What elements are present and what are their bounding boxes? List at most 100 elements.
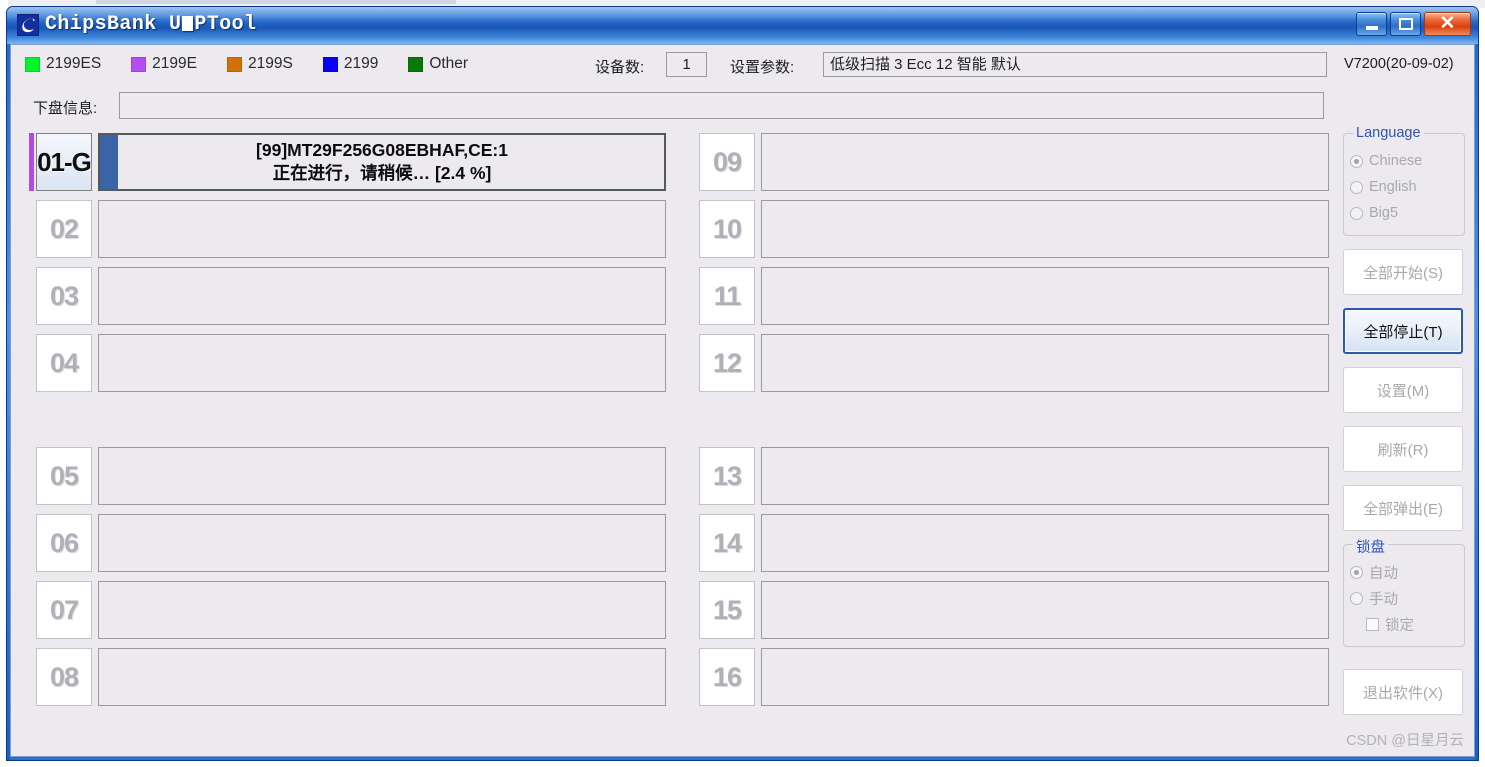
disk-info-field[interactable]	[119, 92, 1324, 119]
slot-status-field	[98, 200, 666, 258]
slot-status-field	[761, 200, 1329, 258]
slot-button-12: 12	[699, 334, 755, 392]
slot-button-02: 02	[36, 200, 92, 258]
language-groupbox: Language Chinese English Big5	[1343, 125, 1465, 236]
slot-status-stripe	[692, 133, 697, 191]
window-title-suffix: PTool	[194, 13, 257, 36]
slot-button-05: 05	[36, 447, 92, 505]
maximize-icon	[1399, 18, 1413, 30]
language-option-label: English	[1369, 179, 1417, 195]
slot-button-04: 04	[36, 334, 92, 392]
radio-button-icon[interactable]	[1350, 206, 1363, 220]
stop-all-button-label: 全部停止(T)	[1363, 323, 1443, 341]
close-button[interactable]: ✕	[1424, 12, 1471, 36]
stop-all-button[interactable]: 全部停止(T)	[1343, 308, 1463, 354]
legend-label: 2199	[343, 55, 379, 72]
slot-status-stripe	[29, 334, 34, 392]
refresh-button[interactable]: 刷新(R)	[1343, 426, 1463, 472]
device-slot: 03	[29, 267, 666, 325]
slot-button-08: 08	[36, 648, 92, 706]
slot-status-stripe	[29, 133, 34, 191]
device-slot: 05	[29, 447, 666, 505]
title-bar[interactable]: ChipsBank U PTool ✕	[7, 7, 1478, 44]
lock-option-label: 自动	[1369, 565, 1398, 582]
slot-status-stripe	[692, 648, 697, 706]
chip-type-legend: 2199ES 2199E 2199S 2199 Other	[25, 55, 498, 73]
device-slot: 01-G [99]MT29F256G08EBHAF,CE:1 正在进行，请稍候… […	[29, 133, 666, 191]
slot-status-field	[98, 514, 666, 572]
start-all-button-label: 全部开始(S)	[1363, 264, 1443, 282]
slot-button-11: 11	[699, 267, 755, 325]
slot-button-07: 07	[36, 581, 92, 639]
device-slot: 11	[692, 267, 1329, 325]
settings-button[interactable]: 设置(M)	[1343, 367, 1463, 413]
slot-status-field	[761, 133, 1329, 191]
slot-status-field	[98, 447, 666, 505]
radio-button-icon[interactable]	[1350, 180, 1363, 194]
exit-software-label: 退出软件(X)	[1363, 684, 1443, 702]
exit-software-button[interactable]: 退出软件(X)	[1343, 669, 1463, 715]
slot-status-stripe	[29, 267, 34, 325]
legend-color-swatch	[227, 56, 242, 72]
device-slot: 08	[29, 648, 666, 706]
refresh-button-label: 刷新(R)	[1377, 441, 1429, 459]
legend-item: Other	[408, 55, 468, 73]
window-bottom-edge	[10, 757, 1475, 760]
slot-status-stripe	[692, 581, 697, 639]
settings-button-label: 设置(M)	[1376, 382, 1430, 400]
legend-item: 2199	[322, 55, 379, 73]
lock-groupbox: 锁盘 自动 手动 锁定	[1343, 536, 1465, 647]
radio-button-icon[interactable]	[1350, 154, 1363, 168]
start-all-button[interactable]: 全部开始(S)	[1343, 249, 1463, 295]
client-area: 2199ES 2199E 2199S 2199 Other 设备数: 1 设置参数: 低…	[10, 44, 1475, 757]
language-option-row[interactable]: Big5	[1350, 200, 1458, 226]
missing-glyph-box-icon	[182, 16, 194, 31]
slot-status-field	[98, 267, 666, 325]
device-count-value: 1	[666, 52, 707, 77]
close-icon: ✕	[1439, 13, 1456, 34]
device-slot: 15	[692, 581, 1329, 639]
device-slot: 10	[692, 200, 1329, 258]
legend-label: 2199ES	[46, 55, 102, 72]
device-slot: 07	[29, 581, 666, 639]
maximize-button[interactable]	[1390, 12, 1421, 36]
minimize-button[interactable]	[1356, 12, 1387, 36]
slot-progress-line: 正在进行，请稍候… [2.4 %]	[272, 163, 492, 183]
slot-status-field	[98, 334, 666, 392]
device-slot: 14	[692, 514, 1329, 572]
slot-status-field	[761, 334, 1329, 392]
radio-button-icon[interactable]	[1350, 565, 1363, 579]
lock-checkbox-label: 锁定	[1385, 617, 1414, 634]
device-slot: 04	[29, 334, 666, 392]
device-slot: 02	[29, 200, 666, 258]
language-options: Chinese English Big5	[1350, 148, 1458, 226]
slot-button-01-G[interactable]: 01-G	[36, 133, 92, 191]
device-slot: 16	[692, 648, 1329, 706]
right-control-panel: Language Chinese English Big5 全部开始(S) 全部停止(…	[1343, 125, 1465, 715]
slot-status-stripe	[692, 514, 697, 572]
device-count-label: 设备数:	[595, 59, 645, 76]
lock-options: 自动 手动	[1350, 559, 1458, 611]
device-slot: 12	[692, 334, 1329, 392]
radio-button-icon[interactable]	[1350, 591, 1363, 605]
lock-option-row[interactable]: 自动	[1350, 559, 1458, 585]
slot-status-stripe	[692, 447, 697, 505]
lock-checkbox-icon[interactable]	[1366, 617, 1379, 631]
device-slot-grid: 01-G [99]MT29F256G08EBHAF,CE:1 正在进行，请稍候… […	[29, 133, 1334, 743]
legend-item: 2199ES	[25, 55, 101, 73]
slot-status-field	[98, 648, 666, 706]
window-title-prefix: ChipsBank U	[45, 13, 182, 36]
legend-label: 2199S	[248, 55, 293, 72]
slot-button-06: 06	[36, 514, 92, 572]
slot-status-field	[761, 648, 1329, 706]
lock-option-row[interactable]: 手动	[1350, 585, 1458, 611]
language-group-title: Language	[1353, 125, 1424, 141]
language-option-row[interactable]: Chinese	[1350, 148, 1458, 174]
eject-all-button[interactable]: 全部弹出(E)	[1343, 485, 1463, 531]
slot-status-stripe	[29, 514, 34, 572]
language-option-row[interactable]: English	[1350, 174, 1458, 200]
lock-checkbox-row[interactable]: 锁定	[1350, 611, 1458, 637]
eject-all-button-label: 全部弹出(E)	[1363, 500, 1443, 518]
action-button-list: 全部开始(S) 全部停止(T) 设置(M) 刷新(R) 全部弹出(E)	[1343, 249, 1465, 531]
lock-option-label: 手动	[1369, 591, 1398, 608]
